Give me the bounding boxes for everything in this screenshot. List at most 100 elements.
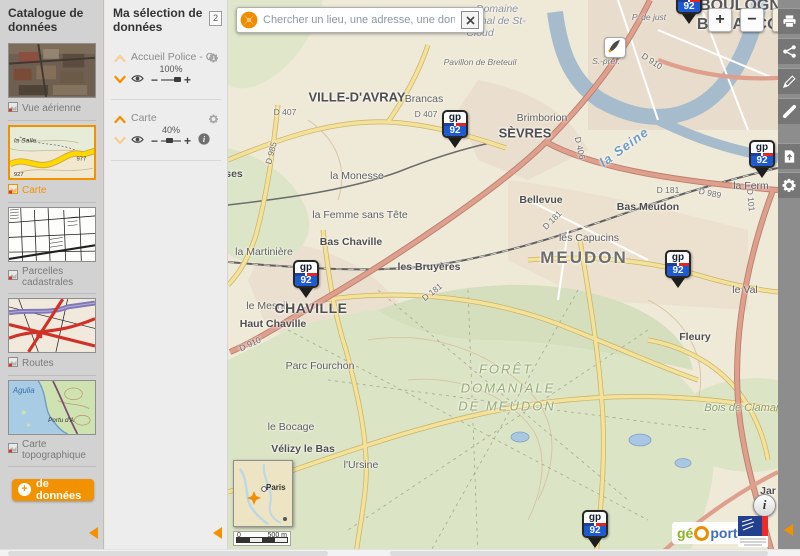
layer-controls-row: − +100% — [131, 64, 219, 89]
file-import-icon — [784, 150, 794, 163]
map-label: FORÊT — [478, 361, 534, 377]
catalogue-item-text: Vue aérienne — [22, 102, 82, 114]
prefecture-police-logo: gp — [299, 262, 313, 273]
geoportail-logo-prefix: gé — [677, 525, 694, 541]
map-label: l'Ursine — [343, 459, 379, 471]
police-marker-92[interactable]: gp92 — [749, 140, 775, 178]
marker-pointer — [755, 168, 769, 178]
opacity-decrease-button[interactable]: − — [151, 135, 158, 147]
move-layer-up-icon[interactable] — [113, 112, 127, 123]
add-data-button[interactable]: + de données — [12, 478, 94, 502]
map-label: la Monesse — [330, 170, 384, 182]
pan-mode-button[interactable] — [772, 8, 778, 32]
catalogue-thumb-routes[interactable] — [8, 297, 96, 353]
catalogue-item-carte: la Salle 977 927 Carte — [8, 124, 96, 203]
catalogue-item-label[interactable]: Carte — [8, 183, 96, 197]
layer-settings-gear-icon[interactable] — [208, 51, 219, 69]
police-marker-92[interactable]: gp92 — [293, 260, 319, 298]
opacity-increase-button[interactable]: + — [184, 74, 191, 86]
search-input[interactable] — [261, 13, 457, 27]
map-label: D 407 — [414, 109, 438, 119]
layer-type-icon — [8, 356, 18, 370]
orientation-widget[interactable] — [604, 37, 626, 58]
map-label: le Bocage — [267, 421, 315, 433]
marker-pointer — [299, 288, 313, 298]
marker-shield: gp92 — [749, 140, 775, 168]
police-marker-92[interactable]: gp92 — [665, 250, 691, 288]
collapse-selection-arrow[interactable] — [213, 527, 222, 539]
catalogue-title: Catalogue de données — [8, 6, 84, 35]
catalogue-thumb-cadastre[interactable] — [8, 206, 96, 262]
settings-button[interactable] — [778, 172, 800, 198]
divider — [8, 374, 96, 376]
map-label: la Ferm — [733, 180, 769, 192]
info-button[interactable]: i — [753, 494, 776, 517]
minimap-place-label: Paris — [266, 483, 286, 492]
map-label: la Femme sans Tête — [312, 209, 408, 221]
layer-settings-gear-icon[interactable] — [208, 112, 219, 130]
catalogue-item-label[interactable]: Carte topographique — [8, 439, 96, 461]
map-label: MEUDON — [540, 248, 628, 267]
layer-type-icon — [8, 270, 18, 283]
map-label: Bois de Clamar — [704, 402, 778, 414]
marker-shield: gp92 — [676, 0, 702, 14]
department-number: 92 — [678, 2, 700, 12]
collapse-toolbar-arrow[interactable] — [784, 524, 793, 536]
marker-pointer — [671, 278, 685, 288]
move-layer-down-icon[interactable] — [113, 72, 127, 83]
layer-item-2: Carte − +40% i — [111, 110, 221, 161]
scrollbar-thumb-left[interactable] — [8, 551, 328, 556]
overview-minimap[interactable]: Paris — [233, 460, 293, 527]
print-button[interactable] — [778, 8, 800, 34]
layer-info-icon[interactable]: i — [198, 132, 210, 150]
map-label: Brancas — [404, 93, 444, 105]
import-button[interactable] — [778, 143, 800, 169]
scale-bar: 0 500 m — [233, 531, 291, 546]
horizontal-scrollbar — [0, 549, 800, 556]
geoportail-compass-icon — [240, 11, 258, 29]
catalogue-item-label[interactable]: Vue aérienne — [8, 101, 96, 115]
marker-pointer — [682, 14, 696, 24]
catalogue-thumb-topo[interactable]: Agulia Portu d'A — [8, 379, 96, 435]
layer-visibility-eye-icon[interactable] — [131, 71, 144, 89]
layer-reorder-controls — [113, 51, 129, 89]
layer-visibility-eye-icon[interactable] — [131, 132, 144, 150]
police-marker-92[interactable]: gp92 — [676, 0, 702, 24]
search-clear-button[interactable] — [461, 11, 479, 29]
zoom-out-button[interactable]: − — [740, 8, 764, 32]
share-button[interactable] — [778, 38, 800, 64]
prefecture-police-logo: gp — [448, 112, 462, 123]
map-label: D 407 — [273, 107, 297, 117]
catalogue-panel: Catalogue de données Vue aérienne la Sall… — [0, 0, 104, 556]
collapse-catalogue-arrow[interactable] — [89, 527, 98, 539]
catalogue-thumb-aerial[interactable] — [8, 42, 96, 98]
catalogue-item-text: Parcelles cadastrales — [22, 265, 74, 288]
measure-button[interactable] — [778, 98, 800, 124]
map-label: D 181 — [656, 185, 680, 195]
opacity-track[interactable] — [161, 137, 182, 143]
move-layer-up-icon[interactable] — [113, 51, 127, 62]
department-number: 92 — [751, 156, 773, 166]
opacity-handle[interactable] — [174, 76, 182, 82]
police-marker-92[interactable]: gp92 — [582, 510, 608, 548]
move-layer-down-icon[interactable] — [113, 133, 127, 144]
scrollbar-thumb-right[interactable] — [390, 551, 768, 556]
map-canvas[interactable]: + − Paris 0 500 m — [228, 0, 778, 556]
map-label: DOMANIALE — [460, 380, 556, 396]
catalogue-item-label[interactable]: Parcelles cadastrales — [8, 266, 96, 288]
map-label: Parc Fourchon — [285, 360, 355, 372]
gear-icon — [782, 178, 796, 192]
police-marker-92[interactable]: gp92 — [442, 110, 468, 148]
svg-text:977: 977 — [76, 156, 86, 162]
zoom-in-button[interactable]: + — [708, 8, 732, 32]
catalogue-item-label[interactable]: Routes — [8, 356, 96, 370]
map-label: Vélizy le Bas — [271, 443, 335, 455]
opacity-decrease-button[interactable]: − — [151, 74, 158, 86]
draw-button[interactable] — [778, 68, 800, 94]
search-bar[interactable] — [236, 7, 484, 33]
opacity-handle[interactable] — [166, 137, 174, 143]
opacity-track[interactable] — [161, 76, 182, 82]
catalogue-thumb-carte[interactable]: la Salle 977 927 — [8, 124, 96, 180]
marker-shield: gp92 — [442, 110, 468, 138]
opacity-increase-button[interactable]: + — [184, 135, 191, 147]
